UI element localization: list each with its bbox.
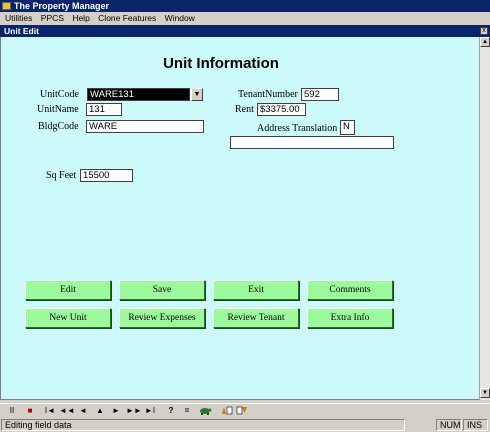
menu-window[interactable]: Window (162, 12, 198, 25)
up-icon[interactable]: ▲ (95, 405, 105, 416)
stop-icon[interactable]: ■ (25, 405, 35, 416)
rent-label: Rent (235, 104, 254, 115)
num-lock-indicator: NUM (436, 419, 462, 431)
unit-name-field[interactable]: 131 (86, 103, 122, 116)
last-record-icon[interactable]: ►I (143, 405, 157, 416)
sort-icon[interactable] (221, 405, 233, 416)
new-unit-button[interactable]: New Unit (25, 308, 111, 328)
filter-icon[interactable] (236, 405, 248, 416)
status-empty-pane (408, 419, 434, 431)
exit-button[interactable]: Exit (213, 280, 299, 300)
unit-code-field[interactable]: WARE131 (87, 88, 190, 101)
insert-mode-indicator: INS (463, 419, 488, 431)
sq-feet-label: Sq Feet (46, 170, 77, 181)
save-button[interactable]: Save (119, 280, 205, 300)
turtle-icon[interactable] (198, 405, 212, 416)
extra-info-button[interactable]: Extra Info (307, 308, 393, 328)
status-bar: Editing field data NUM INS (0, 418, 490, 432)
bldg-code-field[interactable]: WARE (86, 120, 204, 133)
menu-ppcs[interactable]: PPCS (38, 12, 67, 25)
address-translation-field[interactable]: N (340, 120, 355, 135)
first-record-icon[interactable]: I◄ (43, 405, 57, 416)
tenant-number-field[interactable]: 592 (301, 88, 339, 101)
comments-button[interactable]: Comments (307, 280, 393, 300)
prev-record-icon[interactable]: ◄ (78, 405, 88, 416)
tenant-number-label: TenantNumber (238, 89, 298, 100)
pause-icon[interactable]: II (7, 405, 17, 416)
sq-feet-field[interactable]: 15500 (80, 169, 133, 182)
vertical-scrollbar[interactable]: ▲ ▼ (479, 37, 490, 400)
equals-icon[interactable]: = (182, 405, 192, 416)
unit-name-label: UnitName (37, 104, 79, 115)
window-title: Unit Edit (4, 26, 39, 36)
review-tenant-button[interactable]: Review Tenant (213, 308, 299, 328)
address-translation-label: Address Translation (257, 123, 338, 134)
review-expenses-button[interactable]: Review Expenses (119, 308, 205, 328)
chevron-down-icon[interactable]: ▼ (191, 88, 203, 101)
window-title-bar: Unit Edit (0, 25, 490, 37)
scroll-down-icon[interactable]: ▼ (480, 388, 490, 398)
app-icon (2, 2, 11, 10)
status-message: Editing field data (1, 419, 405, 431)
help-query-icon[interactable]: ? (166, 405, 176, 416)
menu-bar: Utilities PPCS Help Clone Features Windo… (0, 12, 490, 25)
menu-clone-features[interactable]: Clone Features (95, 12, 159, 25)
edit-button[interactable]: Edit (25, 280, 111, 300)
navigation-toolbar: II ■ I◄ ◄◄ ◄ ▲ ► ►► ►I ? = (0, 403, 490, 417)
address-translation-detail-field[interactable] (230, 136, 394, 149)
prev-page-icon[interactable]: ◄◄ (59, 405, 75, 416)
menu-help[interactable]: Help (69, 12, 92, 25)
form-title: Unit Information (163, 55, 279, 72)
app-title: The Property Manager (14, 1, 110, 11)
next-record-icon[interactable]: ► (111, 405, 121, 416)
bldg-code-label: BldgCode (38, 121, 79, 132)
close-icon[interactable]: x (480, 27, 488, 35)
unit-code-label: UnitCode (40, 89, 79, 100)
app-title-bar: The Property Manager (0, 0, 490, 12)
rent-field[interactable]: $3375.00 (257, 103, 306, 116)
scroll-up-icon[interactable]: ▲ (480, 37, 490, 47)
menu-utilities[interactable]: Utilities (0, 12, 35, 25)
next-page-icon[interactable]: ►► (126, 405, 142, 416)
